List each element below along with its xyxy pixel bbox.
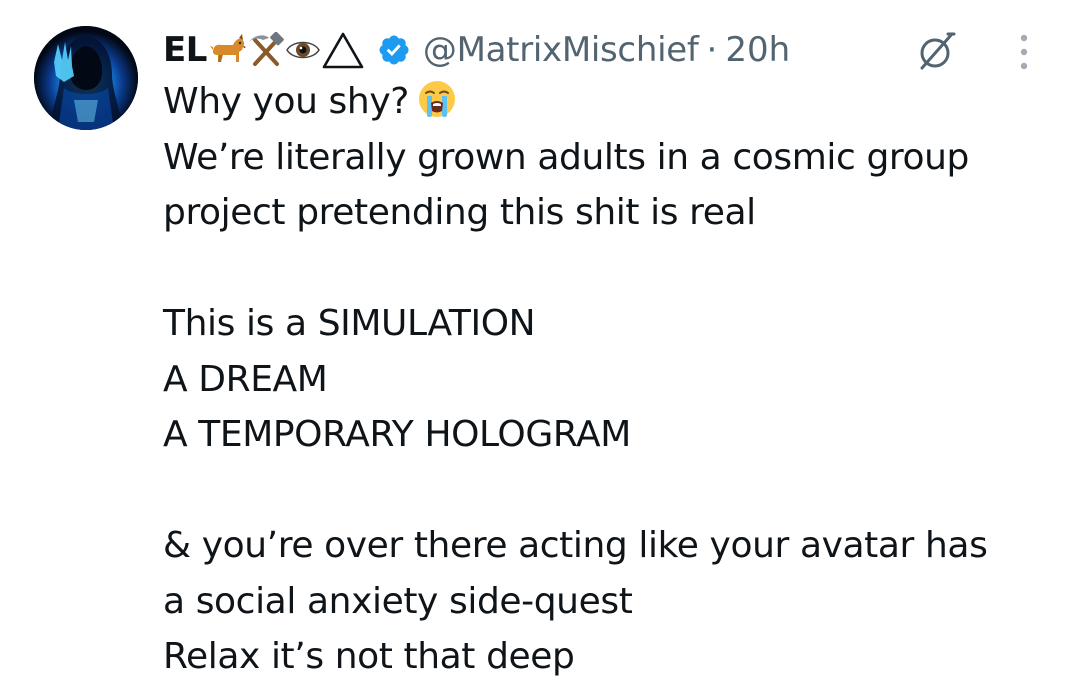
avatar-hooded-figure-icon xyxy=(34,26,138,130)
tweet-line: This is a SIMULATION xyxy=(163,303,536,344)
eye-emoji-icon xyxy=(286,41,320,59)
tweet-line: We’re literally grown adults in a cosmic… xyxy=(163,136,969,178)
loudly-crying-face-emoji-icon xyxy=(418,81,455,117)
dog-emoji-icon xyxy=(209,34,246,62)
tweet-line: project pretending this shit is real xyxy=(163,192,756,233)
avatar[interactable] xyxy=(34,26,138,130)
separator-dot: · xyxy=(706,30,718,70)
hammer-and-pick-emoji-icon xyxy=(248,32,284,66)
verified-badge-icon[interactable] xyxy=(377,33,411,67)
tweet-line: A TEMPORARY HOLOGRAM xyxy=(163,414,631,455)
tweet[interactable]: EL @MatrixMischief · 20h Why you shy? We… xyxy=(0,0,1080,687)
tweet-header: EL @MatrixMischief · 20h xyxy=(163,22,790,78)
tweet-line-text: Why you shy? xyxy=(163,81,409,122)
tweet-line: Why you shy? xyxy=(163,74,1053,130)
tweet-line: & you’re over there acting like your ava… xyxy=(163,525,988,566)
name-emojis xyxy=(209,30,365,70)
tweet-line: a social anxiety side-quest xyxy=(163,580,633,622)
tweet-line: A DREAM xyxy=(163,358,328,400)
user-handle[interactable]: @MatrixMischief xyxy=(423,30,699,70)
more-options-icon[interactable] xyxy=(1014,30,1034,74)
grok-icon[interactable] xyxy=(914,28,960,74)
display-name[interactable]: EL xyxy=(163,30,207,70)
triangle-emoji-icon xyxy=(322,32,364,69)
tweet-text: Why you shy? We’re literally grown adult… xyxy=(163,74,1053,685)
tweet-line: Relax it’s not that deep xyxy=(163,636,575,677)
timestamp[interactable]: 20h xyxy=(725,30,790,70)
